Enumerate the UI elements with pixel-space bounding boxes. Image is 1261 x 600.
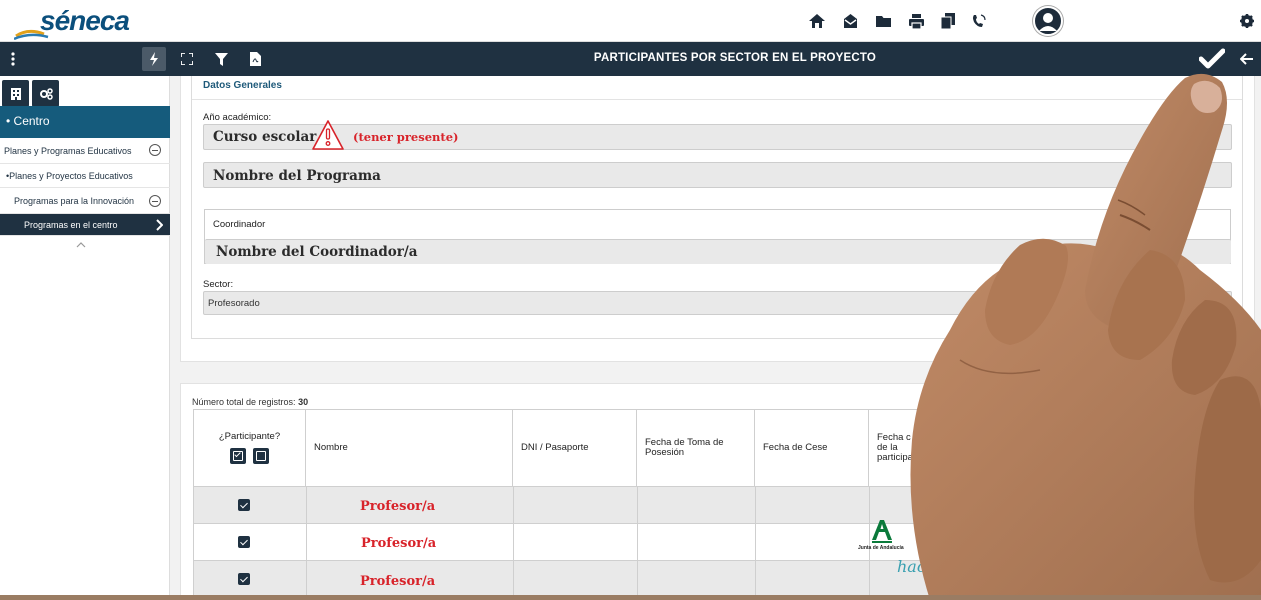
inbox-icon[interactable] (840, 11, 860, 31)
section-title: Datos Generales (203, 80, 282, 91)
anio-value: Curso escolar (213, 129, 317, 145)
col-nombre-label: Nombre (314, 442, 348, 453)
hacer-watermark: hacer (897, 557, 943, 576)
warning-icon (312, 120, 344, 150)
user-avatar[interactable] (1033, 6, 1063, 36)
records-number: 30 (298, 397, 309, 407)
coordinador-value: Nombre del Coordinador/a (216, 244, 418, 260)
row-nombre: Profesor/a (360, 499, 436, 514)
select-all-checkbox[interactable] (230, 448, 246, 464)
seneca-logo[interactable]: séneca (14, 4, 130, 40)
sidebar-item-programas-centro[interactable]: Programas en el centro (0, 214, 170, 236)
sidebar-item-label: Planes y Programas Educativos (4, 145, 132, 156)
divider (192, 99, 1242, 100)
check-icon[interactable] (1199, 48, 1225, 70)
left-sidebar: • Centro Planes y Programas Educativos •… (0, 76, 170, 600)
col-fecha-cese[interactable]: Fecha de Cese (755, 410, 869, 486)
sector-select[interactable]: Profesorado (203, 291, 1232, 315)
coordinador-label: Coordinador (213, 219, 266, 230)
col-participante[interactable]: ¿Participante? (194, 410, 306, 486)
col-nombre[interactable]: Nombre (306, 410, 513, 486)
sidebar-item-label: Programas para la Innovación (14, 195, 135, 206)
junta-andalucia-logo: Junta de Andalucía (858, 518, 916, 558)
note-tener-presente: (tener presente) (353, 130, 459, 144)
records-label: Número total de registros: (192, 397, 296, 407)
building-icon (10, 87, 21, 100)
row-checkbox[interactable] (238, 573, 250, 585)
table-row[interactable]: Profesor/a (194, 560, 1240, 599)
junta-text: Junta de Andalucía (858, 545, 904, 551)
collapse-icon[interactable] (149, 195, 161, 207)
home-icon[interactable] (807, 11, 827, 31)
chevron-up-icon[interactable] (76, 240, 86, 251)
col-fecha-toma-label: Fecha de Toma de Posesión (645, 437, 724, 458)
coordinador-box: Coordinador Nombre del Coordinador/a (204, 209, 1231, 264)
chevron-up-icon (1232, 557, 1244, 565)
col-fecha-cese-label: Fecha de Cese (763, 442, 828, 453)
gear-icon[interactable] (1237, 11, 1257, 31)
sidebar-item-label: •Planes y Proyectos Educativos (6, 170, 133, 181)
title-bar: PARTICIPANTES POR SECTOR EN EL PROYECTO (0, 42, 1261, 76)
records-count: Número total de registros: 30 (192, 397, 308, 407)
scroll-top-button[interactable] (1221, 545, 1255, 579)
page-title: PARTICIPANTES POR SECTOR EN EL PROYECTO (593, 52, 877, 64)
sector-label: Sector: (203, 279, 234, 290)
collapse-icon[interactable] (149, 144, 161, 156)
coordinador-field[interactable]: Nombre del Coordinador/a (205, 239, 1231, 264)
print-icon[interactable] (906, 11, 926, 31)
table-row[interactable]: Profesor/a (194, 523, 1240, 560)
chevron-right-icon (156, 219, 163, 231)
floating-action-button[interactable] (1166, 526, 1222, 582)
documents-icon[interactable] (938, 11, 958, 31)
sidebar-item-programas-innovacion[interactable]: Programas para la Innovación (0, 188, 170, 214)
row-checkbox[interactable] (238, 536, 250, 548)
sidebar-item-planes-programas[interactable]: Planes y Programas Educativos (0, 138, 170, 164)
col-fecha-toma[interactable]: Fecha de Toma de Posesión (637, 410, 755, 486)
programa-field[interactable]: Nombre del Programa (203, 162, 1232, 188)
sidebar-tab-building[interactable] (2, 80, 29, 107)
participants-table: ¿Participante? Nombre DNI / Pasaporte Fe… (193, 409, 1241, 600)
col-fecha-participacion[interactable]: Fecha c de la participa (869, 410, 929, 486)
sidebar-item-planes-proyectos[interactable]: •Planes y Proyectos Educativos (0, 164, 170, 188)
row-checkbox[interactable] (238, 499, 250, 511)
sidebar-item-label: Programas en el centro (24, 219, 118, 230)
sector-value: Profesorado (208, 298, 260, 309)
row-nombre: Profesor/a (360, 574, 436, 589)
table-row[interactable]: Profesor/a (194, 486, 1240, 523)
col-dni[interactable]: DNI / Pasaporte (513, 410, 637, 486)
top-bar: séneca (0, 0, 1261, 42)
back-arrow-icon[interactable] (1238, 50, 1256, 68)
sidebar-item-centro[interactable]: • Centro (0, 106, 170, 138)
row-nombre: Profesor/a (361, 536, 437, 551)
col-dni-label: DNI / Pasaporte (521, 442, 589, 453)
sidebar-tab-settings[interactable] (32, 80, 59, 107)
anio-label: Año académico: (203, 112, 272, 123)
phone-icon[interactable] (969, 11, 989, 31)
programa-value: Nombre del Programa (213, 168, 381, 184)
bottom-strip (0, 595, 1261, 600)
select-none-checkbox[interactable] (253, 448, 269, 464)
col-participante-label: ¿Participante? (218, 431, 281, 442)
folder-icon[interactable] (874, 11, 894, 31)
col-fecha-participacion-label: Fecha c de la participa (877, 432, 913, 463)
gears-icon (39, 87, 53, 100)
